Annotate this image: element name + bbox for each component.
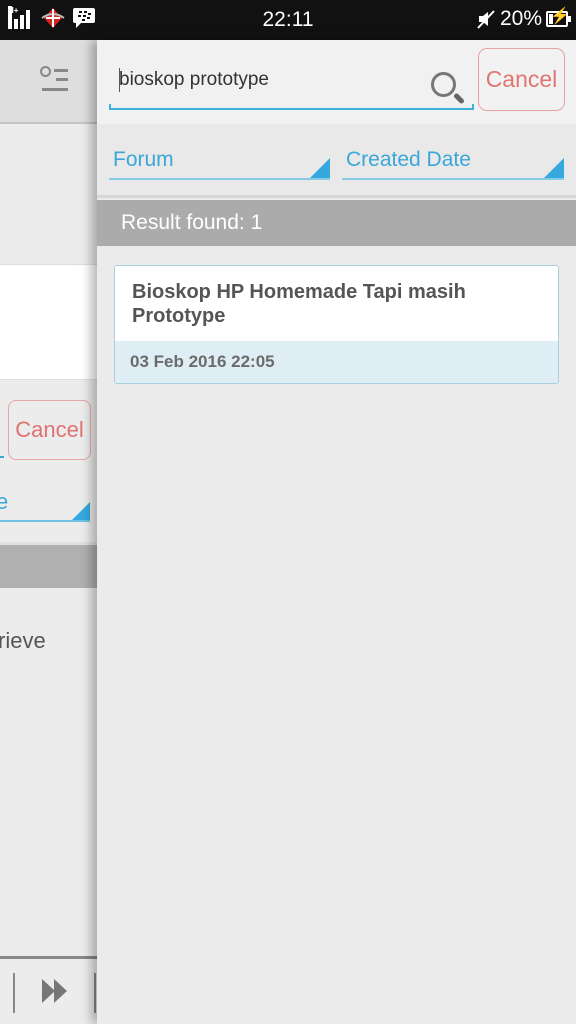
sort-dropdown[interactable]: Created Date (342, 146, 564, 180)
fast-forward-icon[interactable] (42, 979, 70, 1003)
battery-percent: 20% (499, 7, 542, 30)
result-title: Bioskop HP Homemade Tapi masih Prototype (132, 281, 466, 327)
dropdown-arrow-icon (544, 158, 564, 178)
dropdown-arrow-icon (72, 502, 90, 520)
search-header: Cancel (97, 40, 576, 124)
background-bottom-bar (0, 956, 97, 1024)
search-icon[interactable] (431, 72, 467, 108)
cancel-button[interactable]: Cancel (478, 48, 565, 111)
forum-dropdown[interactable]: Forum (109, 146, 330, 180)
search-menu-icon[interactable] (40, 66, 68, 94)
screen: H+ 22:11 20% ⚡ Cancel e rieve bioskop pr… (0, 0, 576, 1024)
mute-icon (477, 10, 495, 29)
forum-dropdown-label: Forum (113, 148, 174, 171)
background-cancel-button[interactable]: Cancel (8, 400, 91, 460)
background-content-block (0, 264, 97, 380)
search-input[interactable] (119, 66, 409, 94)
battery-charging-icon: ⚡ (546, 9, 571, 27)
background-result-bar (0, 542, 97, 588)
sort-dropdown-label: Created Date (346, 148, 471, 171)
dropdown-arrow-icon (310, 158, 330, 178)
background-dropdown-label: e (0, 489, 9, 514)
background-search-field (0, 456, 4, 458)
text-cursor (119, 68, 120, 92)
background-text: rieve (0, 628, 46, 653)
background-page: Cancel e rieve (0, 40, 97, 1024)
status-right: 20% ⚡ (476, 7, 571, 31)
result-item[interactable]: Bioskop HP Homemade Tapi masih Prototype… (114, 265, 559, 384)
status-bar: H+ 22:11 20% ⚡ (0, 0, 576, 40)
result-count-bar: Result found: 1 (97, 200, 576, 246)
divider (94, 973, 96, 1013)
result-date: 03 Feb 2016 22:05 (115, 341, 558, 383)
search-drawer: Cancel Forum Created Date Result found: … (97, 40, 576, 1024)
search-field[interactable] (109, 52, 474, 110)
divider (13, 973, 15, 1013)
filter-row: Forum Created Date (97, 124, 576, 198)
background-sort-dropdown[interactable]: e (0, 482, 90, 522)
background-header (0, 40, 97, 124)
